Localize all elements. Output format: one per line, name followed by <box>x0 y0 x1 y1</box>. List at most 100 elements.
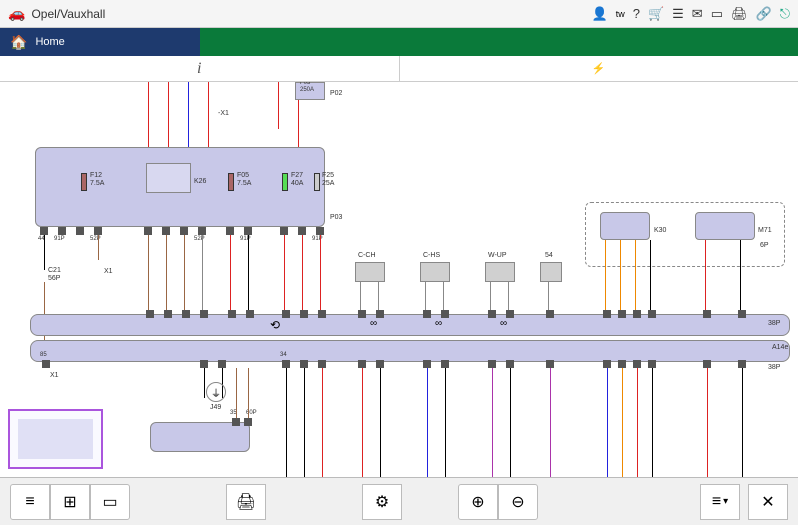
pin <box>423 310 431 318</box>
pin <box>200 310 208 318</box>
wire <box>168 82 169 147</box>
mail-icon[interactable]: ✉ <box>692 6 703 22</box>
pin <box>358 360 366 368</box>
wire <box>248 235 249 315</box>
label-x1: -X1 <box>218 110 229 118</box>
pin <box>244 227 252 235</box>
pin <box>40 227 48 235</box>
diagram-canvas[interactable]: P02 F03250A -X1 K26 F127.5A F057.5A F274… <box>0 82 798 477</box>
help-icon[interactable]: ? <box>633 6 640 21</box>
obd-icon[interactable]: ⎋ <box>780 6 790 22</box>
pin <box>633 310 641 318</box>
wire <box>742 368 743 477</box>
wire <box>445 368 446 477</box>
fuse-f25 <box>314 173 320 191</box>
zoom-in-button[interactable]: ⊕ <box>458 484 498 520</box>
label-p02: P02 <box>330 90 342 98</box>
wire <box>322 368 323 477</box>
bottom-toolbar: ≡ ⊞ ▭ 🖨 ⚙ ⊕ ⊖ ≡▾ ✕ <box>0 477 798 525</box>
wire <box>202 235 203 315</box>
tab-info[interactable]: i <box>0 56 400 81</box>
pin-label: 52P <box>194 236 205 242</box>
nav-bar: 🏠 Home <box>0 28 798 56</box>
pin <box>298 227 306 235</box>
wire <box>652 368 653 477</box>
zoom-group: ⊕ ⊖ <box>458 484 538 520</box>
pin <box>316 227 324 235</box>
bus-arrow: ∞ <box>500 318 507 329</box>
pin-label: 52P <box>90 236 101 242</box>
wire <box>427 368 428 477</box>
plug-cch <box>355 262 385 282</box>
nav-home-label: Home <box>35 36 64 48</box>
wire <box>304 368 305 477</box>
wire <box>184 235 185 315</box>
wire <box>98 235 99 260</box>
tab-info-label: i <box>197 60 201 78</box>
pin <box>164 310 172 318</box>
close-icon: ✕ <box>761 492 774 512</box>
minimap[interactable] <box>8 409 103 469</box>
pin <box>603 360 611 368</box>
cart-icon[interactable]: 🛒 <box>648 6 664 22</box>
pin <box>228 310 236 318</box>
view-single-button[interactable]: ▭ <box>90 484 130 520</box>
label-38p-bot: 38P <box>768 364 780 372</box>
print-button[interactable]: 🖨 <box>226 484 266 520</box>
car-icon: 🚗 <box>8 5 25 22</box>
link-icon[interactable]: 🔗 <box>756 6 772 22</box>
grid-icon: ⊞ <box>63 492 76 512</box>
label-m71: M71 <box>758 227 772 235</box>
wire <box>302 235 303 315</box>
battery-icon[interactable]: ▭ <box>711 6 723 22</box>
label-38p-top: 38P <box>768 320 780 328</box>
pin <box>144 227 152 235</box>
topbar-right: 👤 tw ? 🛒 ☰ ✉ ▭ 🖨 🔗 ⎋ <box>592 6 790 22</box>
zoom-out-button[interactable]: ⊖ <box>498 484 538 520</box>
close-button[interactable]: ✕ <box>748 484 788 520</box>
list-icon[interactable]: ☰ <box>672 6 684 22</box>
wire <box>298 100 299 147</box>
user-icon[interactable]: 👤 <box>592 6 608 22</box>
pin-label: 91P <box>312 236 323 242</box>
pin <box>506 360 514 368</box>
pin <box>648 360 656 368</box>
pin <box>488 310 496 318</box>
label-p03: P03 <box>330 214 342 222</box>
view-list-button[interactable]: ≡ <box>10 484 50 520</box>
wire <box>278 82 279 129</box>
menu-button[interactable]: ≡▾ <box>700 484 740 520</box>
settings-button[interactable]: ⚙ <box>362 484 402 520</box>
plug-54 <box>540 262 562 282</box>
pin <box>506 310 514 318</box>
pin <box>358 310 366 318</box>
menu-icon: ≡ <box>712 493 721 511</box>
label-f25: F2525A <box>322 172 334 187</box>
relay-k30 <box>600 212 650 240</box>
wire <box>230 235 231 315</box>
label-f12: F127.5A <box>90 172 104 187</box>
plug-wup <box>485 262 515 282</box>
pin <box>200 360 208 368</box>
label-c21: C21 <box>48 267 61 275</box>
wire <box>236 368 237 418</box>
pin <box>318 360 326 368</box>
pin-label: 91P <box>54 236 65 242</box>
wire <box>622 368 623 477</box>
print-icon[interactable]: 🖨 <box>731 6 748 22</box>
label-f03: F03250A <box>300 82 314 93</box>
tab-circuit-label: ⚡ <box>592 62 606 75</box>
label-x1b: X1 <box>104 268 113 276</box>
fusebox-main: K26 F127.5A F057.5A F2740A F2525A <box>35 147 325 227</box>
label-chs: C-HS <box>423 252 440 260</box>
pin <box>618 310 626 318</box>
bus-bottom <box>30 340 790 362</box>
nav-home[interactable]: 🏠 Home <box>0 28 200 56</box>
tab-circuit[interactable]: ⚡ <box>400 56 798 81</box>
view-grid-button[interactable]: ⊞ <box>50 484 90 520</box>
label-f05: F057.5A <box>237 172 251 187</box>
wire <box>492 368 493 477</box>
pin <box>738 310 746 318</box>
zoom-out-icon: ⊖ <box>511 492 524 512</box>
wire <box>44 235 45 270</box>
